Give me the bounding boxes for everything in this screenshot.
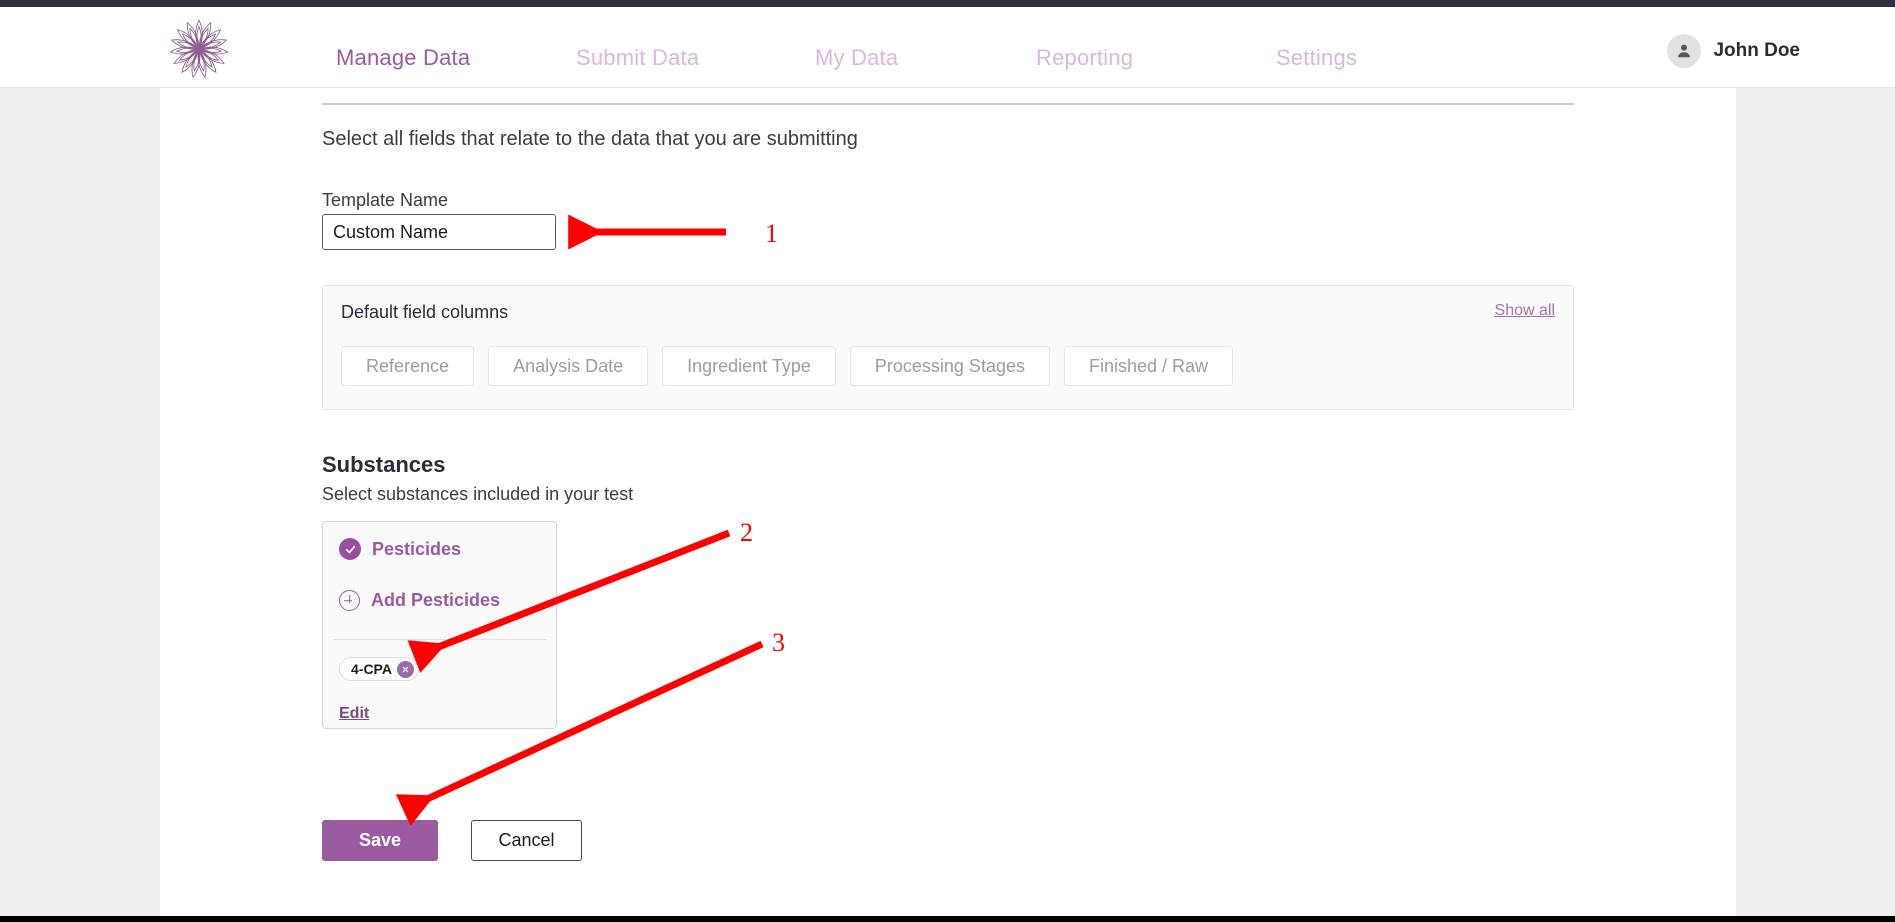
cancel-button[interactable]: Cancel <box>471 820 582 861</box>
nav-item-manage-data[interactable]: Manage Data <box>336 45 470 71</box>
field-chip-processing-stages[interactable]: Processing Stages <box>849 346 1050 386</box>
substance-card-divider <box>333 639 547 640</box>
field-chip-finished-raw[interactable]: Finished / Raw <box>1063 346 1234 386</box>
user-name-label: John Doe <box>1713 40 1800 61</box>
substances-section-subtitle: Select substances included in your test <box>322 484 634 504</box>
field-chip-ingredient-type[interactable]: Ingredient Type <box>662 346 836 386</box>
default-field-columns-title: Default field columns <box>341 302 509 322</box>
show-all-link[interactable]: Show all <box>1495 302 1555 320</box>
person-icon <box>1667 34 1702 68</box>
bottom-bar <box>0 916 1895 922</box>
nav-item-settings[interactable]: Settings <box>1276 45 1357 71</box>
field-chip-reference[interactable]: Reference <box>341 346 475 386</box>
plus-circle-icon <box>339 590 360 611</box>
add-pesticides-label: Add Pesticides <box>371 590 501 610</box>
close-icon[interactable] <box>396 660 414 678</box>
annotation-number-3: 3 <box>772 628 785 657</box>
substance-tag-label: 4-CPA <box>351 661 392 677</box>
substance-group-label: Pesticides <box>372 538 462 559</box>
check-icon <box>339 538 361 560</box>
nav-item-reporting[interactable]: Reporting <box>1036 45 1133 71</box>
section-divider <box>322 103 1574 105</box>
field-chip-analysis-date[interactable]: Analysis Date <box>488 346 649 386</box>
add-pesticides-button[interactable]: Add Pesticides <box>339 590 500 611</box>
save-button[interactable]: Save <box>322 820 438 861</box>
app-header: Manage Data Submit Data My Data Reportin… <box>0 7 1895 95</box>
top-accent-bar <box>0 0 1895 7</box>
template-name-input[interactable] <box>322 214 556 250</box>
substances-section-title: Substances <box>322 452 446 477</box>
template-name-label: Template Name <box>322 190 449 210</box>
substance-group-toggle-pesticides[interactable]: Pesticides <box>339 538 461 560</box>
user-account-menu[interactable]: John Doe <box>1667 32 1800 70</box>
nav-item-my-data[interactable]: My Data <box>815 45 898 71</box>
nav-item-submit-data[interactable]: Submit Data <box>576 45 699 71</box>
substance-tag-4-cpa[interactable]: 4-CPA <box>339 657 419 681</box>
annotation-number-1: 1 <box>765 219 778 248</box>
annotation-number-2: 2 <box>740 518 753 547</box>
flower-mandala-logo[interactable] <box>160 13 238 85</box>
edit-substances-link[interactable]: Edit <box>339 705 369 723</box>
default-field-columns-panel: Default field columns Show all Reference… <box>322 285 1574 410</box>
default-field-chip-row: Reference Analysis Date Ingredient Type … <box>341 346 1234 386</box>
substance-group-card-pesticides: Pesticides Add Pesticides 4-CPA Edit <box>322 521 557 729</box>
form-intro-text: Select all fields that relate to the dat… <box>322 128 858 150</box>
